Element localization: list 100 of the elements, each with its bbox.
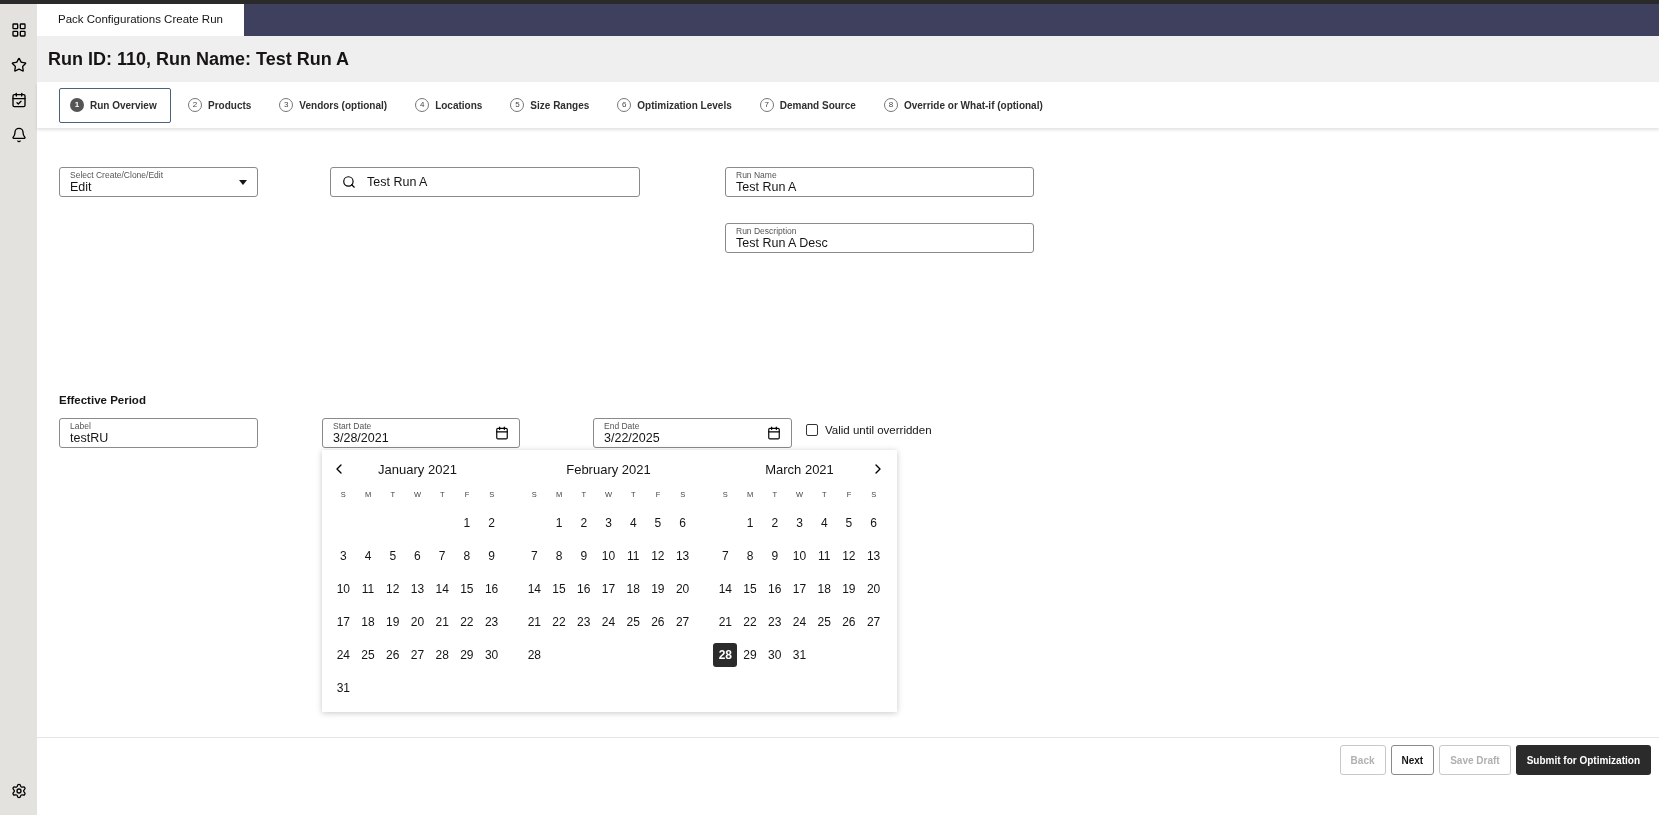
calendar-day[interactable]: 8 <box>738 543 763 568</box>
settings-icon[interactable] <box>10 783 27 799</box>
calendar-day[interactable]: 16 <box>479 576 504 601</box>
calendar-day[interactable]: 27 <box>861 609 886 634</box>
calendar-day[interactable]: 31 <box>787 642 812 667</box>
calendar-day[interactable]: 14 <box>713 576 738 601</box>
calendar-day[interactable]: 1 <box>454 510 479 535</box>
step-tab[interactable]: 7 Demand Source <box>748 87 867 123</box>
calendar-day[interactable]: 21 <box>522 609 547 634</box>
calendar-day[interactable]: 27 <box>405 642 430 667</box>
calendar-day[interactable]: 23 <box>479 609 504 634</box>
star-icon[interactable] <box>10 57 27 73</box>
calendar-day[interactable]: 30 <box>479 642 504 667</box>
calendar-day[interactable]: 7 <box>430 543 455 568</box>
calendar-day[interactable]: 2 <box>571 510 596 535</box>
calendar-day[interactable]: 26 <box>380 642 405 667</box>
calendar-day[interactable]: 3 <box>596 510 621 535</box>
calendar-day[interactable]: 12 <box>380 576 405 601</box>
step-tab[interactable]: 5 Size Ranges <box>499 87 601 123</box>
calendar-day[interactable]: 18 <box>812 576 837 601</box>
label-field[interactable]: Label testRU <box>59 418 258 449</box>
app-tab[interactable]: Pack Configurations Create Run <box>37 4 244 36</box>
calendar-day[interactable]: 16 <box>571 576 596 601</box>
calendar-day[interactable]: 6 <box>670 510 695 535</box>
calendar-day[interactable]: 31 <box>331 675 356 700</box>
calendar-day[interactable]: 24 <box>596 609 621 634</box>
calendar-day[interactable]: 25 <box>812 609 837 634</box>
calendar-day[interactable]: 18 <box>621 576 646 601</box>
calendar-day[interactable]: 12 <box>645 543 670 568</box>
step-tab[interactable]: 2 Products <box>177 87 263 123</box>
calendar-day[interactable]: 20 <box>670 576 695 601</box>
checkbox[interactable] <box>806 424 818 437</box>
run-name-field[interactable]: Run Name Test Run A <box>725 167 1034 197</box>
calendar-icon[interactable] <box>495 426 509 441</box>
calendar-day[interactable]: 17 <box>331 609 356 634</box>
calendar-check-icon[interactable] <box>10 92 27 108</box>
calendar-day[interactable]: 11 <box>621 543 646 568</box>
run-description-field[interactable]: Run Description Test Run A Desc <box>725 223 1034 253</box>
calendar-day[interactable]: 25 <box>621 609 646 634</box>
calendar-day[interactable]: 29 <box>454 642 479 667</box>
calendar-day[interactable]: 3 <box>787 510 812 535</box>
calendar-day[interactable]: 13 <box>861 543 886 568</box>
calendar-day[interactable]: 5 <box>380 543 405 568</box>
calendar-day[interactable]: 21 <box>430 609 455 634</box>
end-date-field[interactable]: End Date 3/22/2025 <box>593 418 792 449</box>
calendar-day[interactable]: 30 <box>762 642 787 667</box>
bell-icon[interactable] <box>10 127 27 143</box>
calendar-day[interactable]: 1 <box>547 510 572 535</box>
calendar-day[interactable]: 5 <box>836 510 861 535</box>
calendar-icon[interactable] <box>767 426 781 441</box>
calendar-day[interactable]: 14 <box>430 576 455 601</box>
calendar-day[interactable]: 21 <box>713 609 738 634</box>
calendar-day[interactable]: 11 <box>812 543 837 568</box>
calendar-day[interactable]: 28 <box>430 642 455 667</box>
calendar-day[interactable]: 27 <box>670 609 695 634</box>
calendar-day[interactable]: 10 <box>596 543 621 568</box>
calendar-day[interactable]: 23 <box>762 609 787 634</box>
calendar-day[interactable]: 10 <box>331 576 356 601</box>
calendar-day[interactable]: 23 <box>571 609 596 634</box>
calendar-day[interactable]: 13 <box>670 543 695 568</box>
calendar-day[interactable]: 15 <box>454 576 479 601</box>
calendar-day[interactable]: 8 <box>547 543 572 568</box>
action-button[interactable]: Submit for Optimization <box>1515 745 1651 775</box>
start-date-field[interactable]: Start Date 3/28/2021 <box>322 418 520 449</box>
calendar-day[interactable]: 4 <box>356 543 381 568</box>
step-tab[interactable]: 3 Vendors (optional) <box>268 87 399 123</box>
step-tab[interactable]: 6 Optimization Levels <box>606 87 743 123</box>
calendar-day[interactable]: 22 <box>547 609 572 634</box>
calendar-day[interactable]: 7 <box>522 543 547 568</box>
calendar-day[interactable]: 28 <box>713 642 738 667</box>
calendar-day[interactable]: 10 <box>787 543 812 568</box>
grid-icon[interactable] <box>10 22 27 38</box>
calendar-day[interactable]: 18 <box>356 609 381 634</box>
calendar-day[interactable]: 24 <box>787 609 812 634</box>
calendar-day[interactable]: 28 <box>522 642 547 667</box>
calendar-day[interactable]: 4 <box>812 510 837 535</box>
calendar-day[interactable]: 6 <box>861 510 886 535</box>
calendar-day[interactable]: 24 <box>331 642 356 667</box>
calendar-day[interactable]: 3 <box>331 543 356 568</box>
calendar-day[interactable]: 6 <box>405 543 430 568</box>
step-tab[interactable]: 1 Run Overview <box>59 87 171 123</box>
calendar-day[interactable]: 19 <box>836 576 861 601</box>
calendar-day[interactable]: 20 <box>405 609 430 634</box>
calendar-day[interactable]: 2 <box>762 510 787 535</box>
calendar-day[interactable]: 29 <box>738 642 763 667</box>
calendar-day[interactable]: 25 <box>356 642 381 667</box>
calendar-day[interactable]: 5 <box>645 510 670 535</box>
calendar-day[interactable]: 12 <box>836 543 861 568</box>
calendar-day[interactable]: 19 <box>645 576 670 601</box>
calendar-day[interactable]: 9 <box>479 543 504 568</box>
calendar-day[interactable]: 14 <box>522 576 547 601</box>
calendar-day[interactable]: 17 <box>787 576 812 601</box>
calendar-day[interactable]: 15 <box>738 576 763 601</box>
calendar-day[interactable]: 22 <box>738 609 763 634</box>
calendar-day[interactable]: 16 <box>762 576 787 601</box>
calendar-day[interactable]: 19 <box>380 609 405 634</box>
calendar-day[interactable]: 26 <box>645 609 670 634</box>
calendar-day[interactable]: 26 <box>836 609 861 634</box>
action-button[interactable]: Next <box>1390 745 1435 775</box>
calendar-day[interactable]: 11 <box>356 576 381 601</box>
